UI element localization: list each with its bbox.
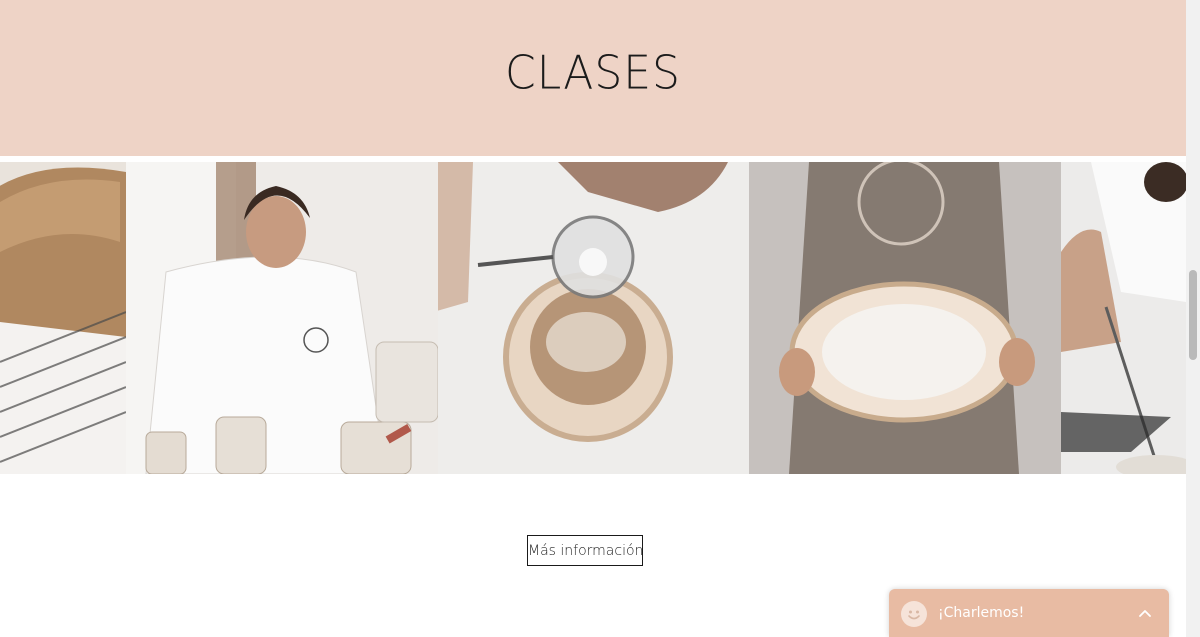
page-title: CLASES (504, 46, 681, 101)
photo-scoring-dough[interactable] (1061, 162, 1186, 474)
more-info-button[interactable]: Más información (527, 535, 643, 566)
section-header-band: CLASES (0, 0, 1186, 156)
chat-widget[interactable]: ¡Charlemos! (889, 589, 1169, 637)
photo-bread-loaf[interactable] (0, 162, 126, 474)
photo-chef-woman[interactable] (126, 162, 438, 474)
chevron-up-icon[interactable] (1137, 605, 1153, 621)
page-scrollbar[interactable] (1186, 0, 1200, 637)
photo-proofing-basket[interactable] (749, 162, 1061, 474)
scrollbar-thumb[interactable] (1189, 270, 1197, 360)
smiley-icon (901, 601, 927, 627)
photo-gallery (0, 162, 1186, 474)
chat-label: ¡Charlemos! (938, 605, 1025, 621)
photo-sifting-flour[interactable] (438, 162, 749, 474)
